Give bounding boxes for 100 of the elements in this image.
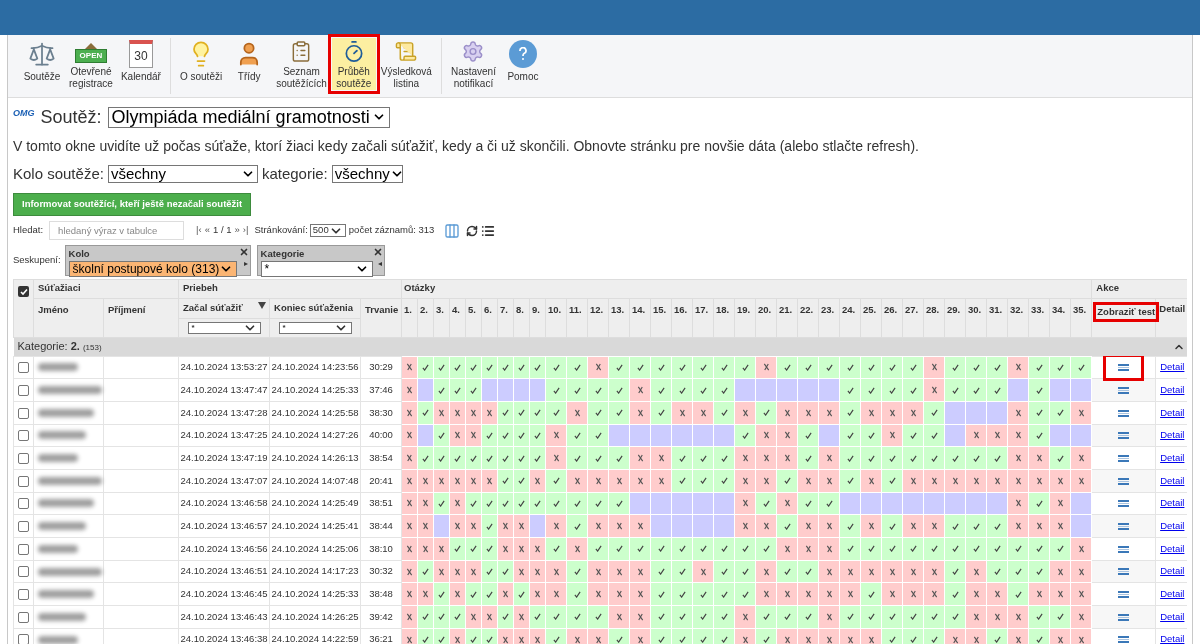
- check-icon: [930, 431, 938, 439]
- column-header[interactable]: Zobraziť test: [1093, 301, 1160, 322]
- cross-icon: [762, 567, 770, 576]
- check-icon: [930, 409, 938, 417]
- row-checkbox[interactable]: [18, 430, 29, 442]
- refresh-icon[interactable]: [466, 224, 479, 237]
- cross-icon: [594, 590, 602, 599]
- column-header[interactable]: Začal súťažiť: [178, 298, 270, 318]
- view-test-icon[interactable]: [1118, 500, 1130, 508]
- check-icon: [1035, 409, 1043, 417]
- cross-icon: [804, 635, 812, 644]
- cross-icon: [846, 590, 854, 599]
- column-filter-select[interactable]: *: [278, 322, 352, 335]
- view-test-icon[interactable]: [1118, 477, 1130, 485]
- check-icon: [594, 386, 602, 394]
- check-icon: [762, 636, 770, 644]
- cross-icon: [657, 476, 665, 485]
- arrow-icon[interactable]: ▸: [243, 257, 248, 270]
- toolbar-button[interactable]: Nastavení notifikací: [447, 38, 499, 90]
- view-test-icon[interactable]: [1118, 386, 1130, 394]
- row-checkbox[interactable]: [18, 452, 29, 464]
- cross-icon: [804, 408, 812, 417]
- view-test-icon[interactable]: [1118, 636, 1130, 644]
- cross-icon: [406, 476, 414, 485]
- blurred-name: [38, 544, 78, 553]
- row-checkbox[interactable]: [18, 407, 29, 419]
- column-header[interactable]: Příjmení: [103, 298, 179, 337]
- check-icon: [678, 613, 686, 621]
- check-icon: [888, 613, 896, 621]
- row-checkbox[interactable]: [18, 362, 29, 374]
- view-test-icon[interactable]: [1118, 409, 1130, 417]
- last-page-link[interactable]: ›|: [242, 223, 249, 238]
- cross-icon: [1014, 499, 1022, 508]
- close-icon[interactable]: [372, 246, 383, 257]
- cross-icon: [825, 408, 833, 417]
- cross-icon: [804, 522, 812, 531]
- grouping-select[interactable]: *: [260, 260, 373, 277]
- row-checkbox[interactable]: [18, 543, 29, 555]
- column-header[interactable]: Koniec súťaženia: [269, 298, 361, 318]
- duration-cell: 40:00: [360, 424, 402, 447]
- cross-icon: [636, 522, 644, 531]
- check-icon: [783, 522, 791, 530]
- cross-icon: [888, 567, 896, 576]
- filter-select[interactable]: všechny: [331, 165, 403, 184]
- filter-select[interactable]: všechny: [107, 165, 258, 184]
- grouping-title: Kategorie: [260, 247, 305, 259]
- blurred-name: [38, 612, 86, 621]
- column-header[interactable]: Trvanie: [360, 298, 402, 337]
- cross-icon: [615, 590, 623, 599]
- check-icon: [909, 454, 917, 462]
- check-icon: [804, 568, 812, 576]
- row-checkbox[interactable]: [18, 498, 29, 510]
- select-all-checkbox[interactable]: [18, 286, 29, 297]
- search-field[interactable]: hledaný výraz v tabulce: [49, 221, 185, 240]
- grouping-select[interactable]: školní postupové kolo (313): [68, 260, 237, 277]
- cross-icon: [741, 612, 749, 621]
- toolbar-button[interactable]: Pomoc: [500, 38, 545, 90]
- end-time-cell: 24.10.2024 14:27:26: [269, 424, 361, 447]
- row-checkbox[interactable]: [18, 521, 29, 532]
- view-test-icon[interactable]: [1118, 454, 1130, 462]
- column-filter-select[interactable]: *: [187, 322, 261, 335]
- row-checkbox[interactable]: [18, 475, 29, 487]
- view-test-icon[interactable]: [1118, 613, 1130, 621]
- toolbar-button[interactable]: Výsledková listina: [377, 38, 435, 90]
- next-page-link[interactable]: »: [234, 223, 240, 238]
- toolbar-button[interactable]: Seznam soutěžících: [273, 38, 330, 90]
- row-checkbox[interactable]: [18, 634, 29, 644]
- view-test-icon[interactable]: [1118, 545, 1130, 553]
- check-icon: [972, 386, 980, 394]
- row-checkbox[interactable]: [18, 611, 29, 623]
- toolbar-button[interactable]: Soutěže: [20, 38, 64, 90]
- duration-cell: 39:42: [360, 605, 402, 629]
- columns-icon[interactable]: [444, 222, 461, 239]
- check-icon: [867, 613, 875, 621]
- column-header[interactable]: Jméno: [33, 298, 104, 337]
- previous-page-link[interactable]: «: [204, 223, 211, 238]
- check-icon: [909, 613, 917, 621]
- view-test-icon[interactable]: [1118, 591, 1130, 599]
- toolbar-button[interactable]: 30 Kalendář: [117, 38, 164, 90]
- view-test-icon[interactable]: [1118, 523, 1130, 530]
- check-icon: [846, 454, 854, 462]
- view-test-icon[interactable]: [1118, 432, 1130, 440]
- competition-select[interactable]: Olympiáda mediální gramotnosti: [107, 106, 390, 128]
- close-icon[interactable]: [238, 246, 249, 257]
- first-page-link[interactable]: |‹: [196, 223, 202, 238]
- check-icon: [615, 363, 623, 371]
- row-checkbox[interactable]: [18, 566, 29, 578]
- cross-icon: [470, 567, 478, 576]
- view-test-icon[interactable]: [1118, 568, 1130, 576]
- row-checkbox[interactable]: [18, 589, 29, 601]
- check-icon: [534, 613, 542, 621]
- list-icon[interactable]: [481, 223, 496, 238]
- cross-icon: [783, 635, 791, 644]
- toolbar-button[interactable]: OPEN Otevřené registrace: [66, 38, 116, 90]
- cross-icon: [993, 476, 1001, 485]
- page-size-select[interactable]: 500: [309, 224, 346, 237]
- toolbar-button[interactable]: Třídy: [227, 38, 272, 90]
- row-checkbox[interactable]: [18, 384, 29, 396]
- arrow-icon[interactable]: ◂: [377, 257, 382, 270]
- toolbar-button[interactable]: O soutěži: [176, 38, 226, 90]
